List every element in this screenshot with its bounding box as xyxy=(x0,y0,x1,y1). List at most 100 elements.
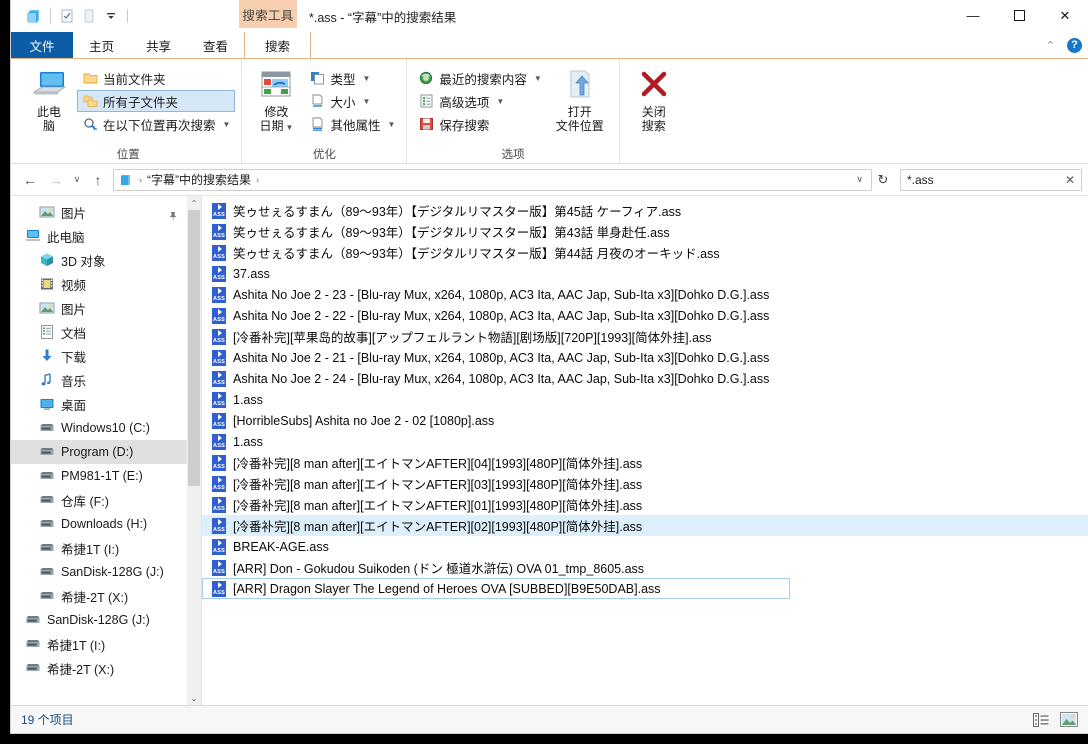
nav-item-15[interactable]: SanDisk-128G (J:) xyxy=(11,560,201,584)
nav-item-6[interactable]: 下载 xyxy=(11,344,201,368)
all-subfolders-button[interactable]: 所有子文件夹 xyxy=(77,90,236,112)
minimize-button[interactable]: — xyxy=(950,0,996,31)
scrollbar-thumb[interactable] xyxy=(188,210,200,486)
search-input[interactable]: *.ass xyxy=(907,173,1065,187)
help-icon[interactable]: ? xyxy=(1067,37,1082,53)
close-search-label-line1: 关闭 xyxy=(641,105,666,119)
pictures-icon xyxy=(39,300,55,316)
chevron-down-icon[interactable]: ▼ xyxy=(387,120,395,129)
file-row[interactable]: ASS 1.ass xyxy=(202,389,1088,410)
scroll-down-arrow[interactable]: ⌄ xyxy=(187,691,201,705)
close-icon[interactable]: ✕ xyxy=(1065,173,1075,187)
recent-locations-dropdown[interactable]: ∨ xyxy=(69,167,85,193)
drive-icon xyxy=(25,612,41,628)
file-row[interactable]: ASS 笑ゥせぇるすまん（89～93年）【デジタルリマスター版】第43話 単身赴任… xyxy=(202,221,1088,242)
nav-item-7[interactable]: 音乐 xyxy=(11,368,201,392)
chevron-down-icon[interactable]: ▼ xyxy=(223,120,231,129)
search-again-in-label: 在以下位置再次搜索 xyxy=(103,118,216,133)
scroll-up-arrow[interactable]: ⌃ xyxy=(187,196,201,210)
nav-item-2[interactable]: 3D 对象 xyxy=(11,248,201,272)
collapse-ribbon-icon[interactable]: ⌃ xyxy=(1046,39,1055,52)
advanced-options-button[interactable]: 高级选项 ▼ xyxy=(413,90,546,112)
nav-item-12[interactable]: 仓库 (F:) xyxy=(11,488,201,512)
this-pc-button[interactable]: 此电 脑 xyxy=(21,65,77,134)
breadcrumb-search-results[interactable]: “字幕”中的搜索结果 xyxy=(147,171,251,188)
nav-item-18[interactable]: 希捷1T (I:) xyxy=(11,632,201,656)
open-file-location-button[interactable]: 打开 文件位置 xyxy=(547,65,613,134)
nav-item-13[interactable]: Downloads (H:) xyxy=(11,512,201,536)
file-row[interactable]: ASS [冷番补完][8 man after][エイトマンAFTER][04][1… xyxy=(202,452,1088,473)
nav-item-10[interactable]: Program (D:) xyxy=(11,440,201,464)
nav-item-label: 图片 xyxy=(61,206,87,221)
tab-view[interactable]: 查看 xyxy=(187,32,244,58)
navigation-scrollbar[interactable]: ⌃ ⌄ xyxy=(187,196,201,705)
tab-share[interactable]: 共享 xyxy=(130,32,187,58)
close-search-button[interactable]: 关闭 搜索 xyxy=(626,65,682,134)
file-row[interactable]: ASS [冷番补完][8 man after][エイトマンAFTER][02][1… xyxy=(202,515,1088,536)
chevron-down-icon[interactable]: ▼ xyxy=(285,123,293,132)
details-view-icon[interactable] xyxy=(1032,711,1050,729)
nav-item-17[interactable]: SanDisk-128G (J:) xyxy=(11,608,201,632)
file-row[interactable]: ASS [HorribleSubs] Ashita no Joe 2 - 02 [… xyxy=(202,410,1088,431)
refresh-button[interactable]: ↻ xyxy=(872,172,894,188)
back-button[interactable]: ← xyxy=(17,167,43,193)
maximize-button[interactable] xyxy=(996,0,1042,31)
nav-item-16[interactable]: 希捷-2T (X:) xyxy=(11,584,201,608)
type-button[interactable]: 类型 ▼ xyxy=(304,67,400,89)
recent-searches-button[interactable]: 最近的搜索内容 ▼ xyxy=(413,67,546,89)
current-folder-button[interactable]: 当前文件夹 xyxy=(77,67,235,89)
customize-dropdown-icon[interactable] xyxy=(100,5,122,27)
file-name: [冷番补完][苹果岛的故事][アップフェルラント物語][剧场版][720P][1… xyxy=(233,331,712,345)
nav-item-0[interactable]: 图片 xyxy=(11,200,201,224)
nav-item-4[interactable]: 图片 xyxy=(11,296,201,320)
file-row[interactable]: ASS [冷番补完][苹果岛的故事][アップフェルラント物語][剧场版][720P… xyxy=(202,326,1088,347)
up-button[interactable]: ↑ xyxy=(85,167,111,193)
file-row[interactable]: ASS Ashita No Joe 2 - 22 - [Blu-ray Mux, … xyxy=(202,305,1088,326)
file-row[interactable]: ASS Ashita No Joe 2 - 21 - [Blu-ray Mux, … xyxy=(202,347,1088,368)
file-row[interactable]: ASS Ashita No Joe 2 - 23 - [Blu-ray Mux, … xyxy=(202,284,1088,305)
nav-item-11[interactable]: PM981-1T (E:) xyxy=(11,464,201,488)
properties-icon[interactable] xyxy=(56,5,78,27)
search-box[interactable]: *.ass ✕ xyxy=(900,168,1082,191)
drive-icon xyxy=(39,588,55,604)
nav-item-8[interactable]: 桌面 xyxy=(11,392,201,416)
chevron-down-icon[interactable]: ▼ xyxy=(496,97,504,106)
new-folder-icon[interactable] xyxy=(78,5,100,27)
breadcrumb-sep-2[interactable]: › xyxy=(254,175,261,185)
nav-item-14[interactable]: 希捷1T (I:) xyxy=(11,536,201,560)
file-row[interactable]: ASS 笑ゥせぇるすまん（89～93年）【デジタルリマスター版】第45話 ケーフィ… xyxy=(202,200,1088,221)
file-row[interactable]: ASS [冷番补完][8 man after][エイトマンAFTER][01][1… xyxy=(202,494,1088,515)
date-modified-button[interactable]: 修改 日期 ▼ xyxy=(248,65,304,135)
tab-home[interactable]: 主页 xyxy=(73,32,130,58)
file-list-pane[interactable]: ASS 笑ゥせぇるすまん（89～93年）【デジタルリマスター版】第45話 ケーフィ… xyxy=(202,196,1088,705)
search-again-in-button[interactable]: 在以下位置再次搜索 ▼ xyxy=(77,113,235,135)
nav-item-19[interactable]: 希捷-2T (X:) xyxy=(11,656,201,680)
nav-item-1[interactable]: 此电脑 xyxy=(11,224,201,248)
other-properties-button[interactable]: 其他属性 ▼ xyxy=(304,113,400,135)
nav-item-3[interactable]: 视频 xyxy=(11,272,201,296)
explorer-icon[interactable] xyxy=(23,5,45,27)
file-row[interactable]: ASS [冷番补完][8 man after][エイトマンAFTER][03][1… xyxy=(202,473,1088,494)
file-row[interactable]: ASS [ARR] Don - Gokudou Suikoden (ドン 極道水滸… xyxy=(202,557,1088,578)
file-row[interactable]: ASS 笑ゥせぇるすまん（89～93年）【デジタルリマスター版】第44話 月夜のオ… xyxy=(202,242,1088,263)
nav-item-5[interactable]: 文档 xyxy=(11,320,201,344)
nav-item-9[interactable]: Windows10 (C:) xyxy=(11,416,201,440)
size-button[interactable]: 大小 ▼ xyxy=(304,90,400,112)
large-icons-view-icon[interactable] xyxy=(1060,711,1078,729)
tab-file[interactable]: 文件 xyxy=(11,32,73,58)
file-row[interactable]: ASS [ARR] Dragon Slayer The Legend of Her… xyxy=(202,578,790,599)
file-row[interactable]: ASS 37.ass xyxy=(202,263,1088,284)
address-bar[interactable]: › “字幕”中的搜索结果 › ∨ xyxy=(113,168,872,191)
file-row[interactable]: ASS Ashita No Joe 2 - 24 - [Blu-ray Mux, … xyxy=(202,368,1088,389)
forward-button[interactable]: → xyxy=(43,167,69,193)
file-row[interactable]: ASS BREAK-AGE.ass xyxy=(202,536,1088,557)
tab-search[interactable]: 搜索 xyxy=(244,32,312,58)
save-search-button[interactable]: 保存搜索 xyxy=(413,113,546,135)
chevron-down-icon[interactable]: ▼ xyxy=(362,97,370,106)
address-dropdown-icon[interactable]: ∨ xyxy=(856,174,867,185)
pin-icon[interactable] xyxy=(167,211,179,223)
chevron-down-icon[interactable]: ▼ xyxy=(534,74,542,83)
file-row[interactable]: ASS 1.ass xyxy=(202,431,1088,452)
close-button[interactable]: ✕ xyxy=(1042,0,1088,31)
chevron-down-icon[interactable]: ▼ xyxy=(362,74,370,83)
